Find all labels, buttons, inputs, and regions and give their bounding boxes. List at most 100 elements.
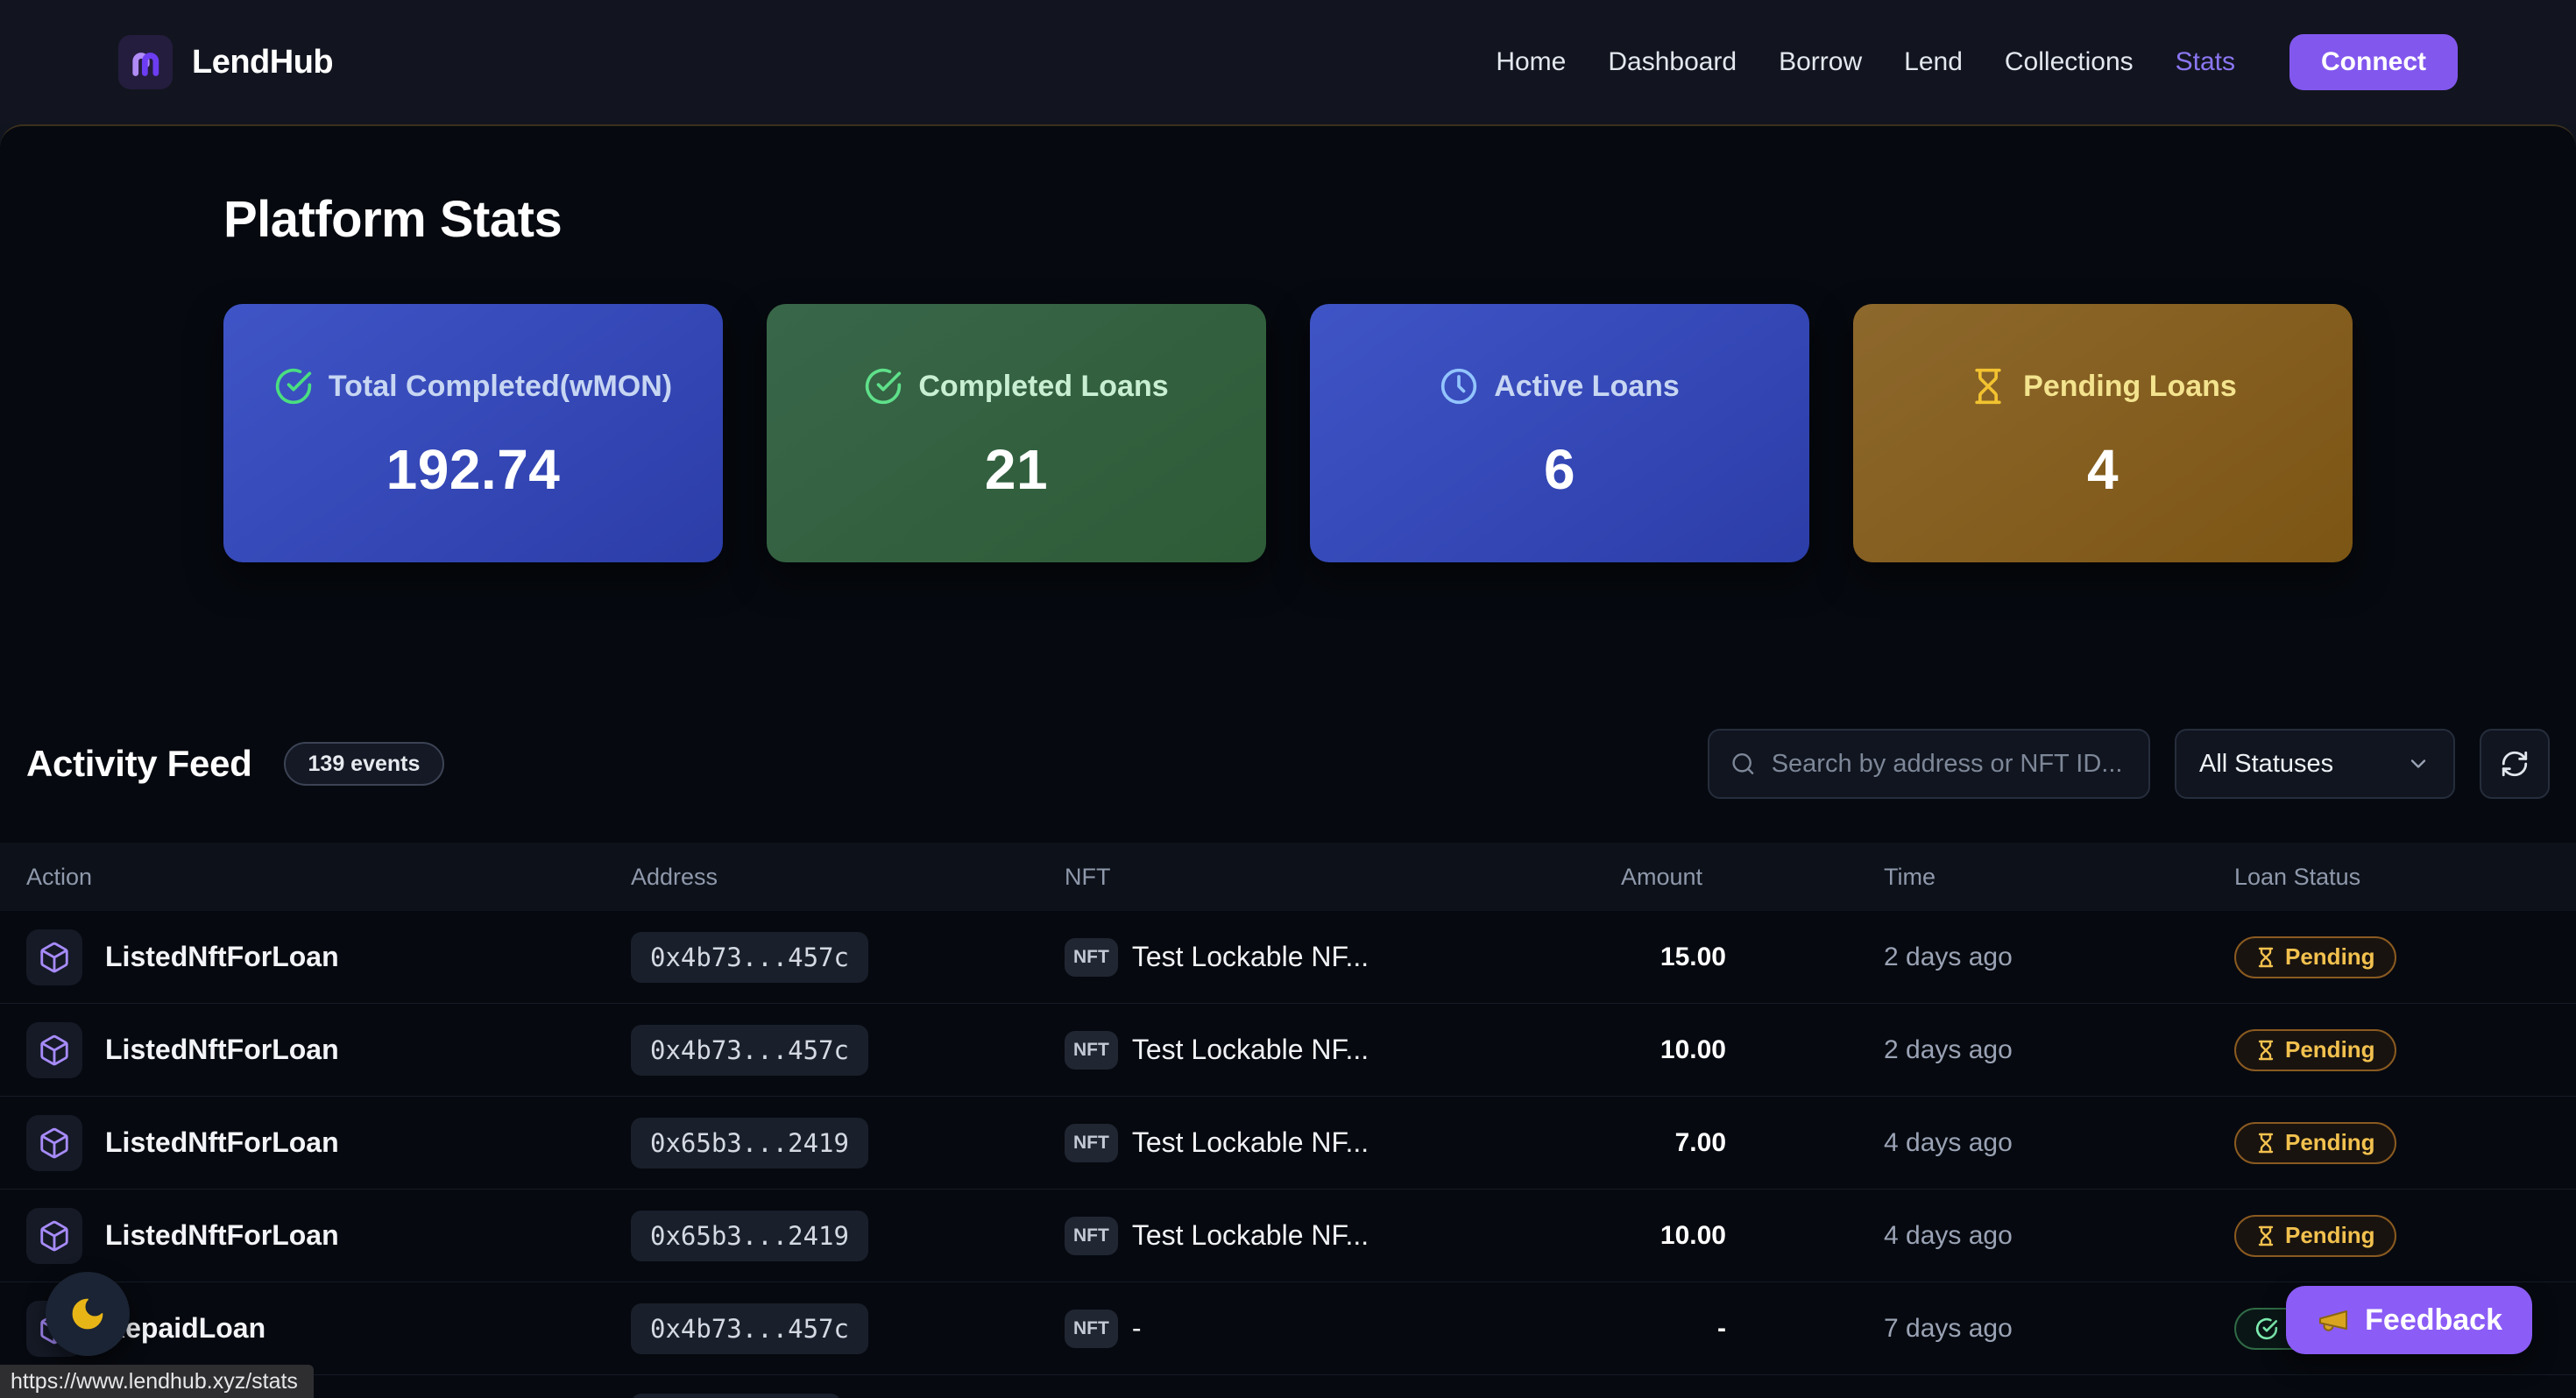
dark-mode-toggle[interactable] <box>46 1272 130 1356</box>
stat-card-4: Pending Loans 4 <box>1853 304 2353 562</box>
stat-card-title: Total Completed(wMON) <box>329 365 672 407</box>
moon-icon <box>68 1295 107 1333</box>
nft-badge: NFT <box>1065 1310 1118 1348</box>
main-content: Platform Stats Total Completed(wMON) 192.… <box>0 124 2576 1398</box>
page-title: Platform Stats <box>223 190 2353 250</box>
table-header-row: ActionAddressNFTAmountTimeLoan Status <box>0 843 2576 911</box>
table-row: RepaidLoan0x4b73...457cNFT--7 days agoCo… <box>0 1282 2576 1375</box>
search-input[interactable] <box>1772 750 2127 779</box>
stat-card-value: 4 <box>1901 437 2304 502</box>
event-time: 4 days ago <box>1884 1128 2013 1157</box>
nft-name: Test Lockable NF... <box>1132 941 1369 973</box>
stat-card-value: 6 <box>1358 437 1761 502</box>
table-row: ListedNftForLoan 0x4b73...457c NFT Test Loc… <box>0 1004 2576 1097</box>
status-filter-value: All Statuses <box>2199 750 2333 779</box>
nft-name: Test Lockable NF... <box>1132 1219 1369 1252</box>
stat-card-title: Pending Loans <box>2023 365 2237 407</box>
loan-status-badge: Pending <box>2234 1215 2396 1257</box>
megaphone-icon <box>2316 1303 2351 1338</box>
table-row: ListedNftForLoan0x65b3...2419NFTTest Loc… <box>0 1097 2576 1190</box>
brand-logo[interactable]: LendHub <box>118 35 333 89</box>
nav-link-lend[interactable]: Lend <box>1904 47 1963 77</box>
column-header-amount: Amount <box>1621 864 1726 891</box>
loan-amount: 10.00 <box>1660 1035 1726 1064</box>
top-nav: LendHub Home Dashboard Borrow Lend Collectio… <box>0 0 2576 124</box>
loan-status-label: Pending <box>2285 1222 2375 1249</box>
loan-amount: 15.00 <box>1660 943 1726 971</box>
package-icon <box>26 1022 82 1078</box>
column-header-action: Action <box>0 864 631 891</box>
event-time: 4 days ago <box>1884 1221 2013 1250</box>
check-circle-icon <box>864 367 902 406</box>
address-chip[interactable]: 0x4b73...457c <box>631 1303 868 1354</box>
event-action: ListedNftForLoan <box>105 1034 339 1066</box>
feedback-button[interactable]: Feedback <box>2286 1286 2532 1354</box>
loan-status-label: Pending <box>2285 1036 2375 1063</box>
nft-badge: NFT <box>1065 1124 1118 1162</box>
nav-link-borrow[interactable]: Borrow <box>1779 47 1862 77</box>
loan-status-badge: Pending <box>2234 1122 2396 1164</box>
stat-card-2: Completed Loans 21 <box>767 304 1266 562</box>
loan-status-badge: Pending <box>2234 1029 2396 1071</box>
address-chip[interactable]: 0x65b3...2419 <box>631 1211 868 1261</box>
stat-card-1: Total Completed(wMON) 192.74 <box>223 304 723 562</box>
event-action: ListedNftForLoan <box>105 941 339 973</box>
connect-wallet-button[interactable]: Connect <box>2289 34 2458 90</box>
events-count-badge: 139 events <box>284 742 445 786</box>
column-header-address: Address <box>631 864 1065 891</box>
search-icon <box>1730 750 1756 778</box>
column-header-loan-status: Loan Status <box>2217 864 2576 891</box>
loan-status-label: Pending <box>2285 943 2375 971</box>
stat-card-title: Completed Loans <box>918 365 1168 407</box>
table-body: ListedNftForLoan 0x4b73...457c NFT Test Loc… <box>0 911 2576 1398</box>
address-chip[interactable]: 0x65b3...2419 <box>631 1118 868 1169</box>
activity-feed-title: Activity Feed <box>26 743 252 785</box>
nav-link-collections[interactable]: Collections <box>2005 47 2134 77</box>
event-time: 2 days ago <box>1884 1035 2013 1064</box>
status-filter-select[interactable]: All Statuses <box>2175 729 2455 799</box>
loan-amount: - <box>1717 1314 1726 1343</box>
address-chip[interactable]: 0x4b73...457c <box>631 932 868 983</box>
activity-table: ActionAddressNFTAmountTimeLoan Status Li… <box>0 843 2576 1398</box>
stat-cards: Total Completed(wMON) 192.74 Completed Loa… <box>223 304 2353 562</box>
platform-stats-section: Platform Stats Total Completed(wMON) 192.… <box>0 126 2576 562</box>
package-icon <box>26 1115 82 1171</box>
loan-status-badge: Pending <box>2234 936 2396 978</box>
nft-badge: NFT <box>1065 1031 1118 1070</box>
nft-name: - <box>1132 1312 1142 1345</box>
address-chip[interactable]: 0x4b73...457c <box>631 1025 868 1076</box>
column-header-time: Time <box>1726 864 2217 891</box>
loan-amount: 7.00 <box>1675 1128 1726 1157</box>
package-icon <box>26 929 82 985</box>
chevron-down-icon <box>2406 752 2431 776</box>
refresh-icon <box>2500 749 2530 779</box>
table-row: ListedNftForLoan 0x65b3...2419 NFT Test Loc… <box>0 1190 2576 1282</box>
event-time: 2 days ago <box>1884 943 2013 971</box>
clock-icon <box>1440 367 1478 406</box>
nav-link-dashboard[interactable]: Dashboard <box>1608 47 1737 77</box>
refresh-button[interactable] <box>2480 729 2550 799</box>
loan-status-label: Pending <box>2285 1129 2375 1156</box>
nav-links: Home Dashboard Borrow Lend Collections Stats <box>1496 47 2235 77</box>
table-row: ListedNftForLoan 0x4b73...457c NFT Test Loc… <box>0 911 2576 1004</box>
search-box <box>1708 729 2150 799</box>
address-chip[interactable] <box>631 1394 841 1398</box>
column-header-nft: NFT <box>1065 864 1621 891</box>
nft-badge: NFT <box>1065 1217 1118 1255</box>
brand-name: LendHub <box>192 44 333 81</box>
check-circle-icon <box>274 367 313 406</box>
event-action: ListedNftForLoan <box>105 1219 339 1252</box>
stat-card-title: Active Loans <box>1494 365 1680 407</box>
lendhub-logo-icon <box>118 35 173 89</box>
nav-link-stats[interactable]: Stats <box>2176 47 2235 77</box>
nft-badge: NFT <box>1065 938 1118 977</box>
event-action: ListedNftForLoan <box>105 1126 339 1159</box>
stat-card-value: 21 <box>815 437 1218 502</box>
feedback-label: Feedback <box>2365 1303 2502 1338</box>
event-time: 7 days ago <box>1884 1314 2013 1343</box>
status-bar-url: https://www.lendhub.xyz/stats <box>0 1365 314 1398</box>
nft-name: Test Lockable NF... <box>1132 1034 1369 1066</box>
stat-card-value: 192.74 <box>272 437 675 502</box>
stat-card-3: Active Loans 6 <box>1310 304 1809 562</box>
nav-link-home[interactable]: Home <box>1496 47 1566 77</box>
